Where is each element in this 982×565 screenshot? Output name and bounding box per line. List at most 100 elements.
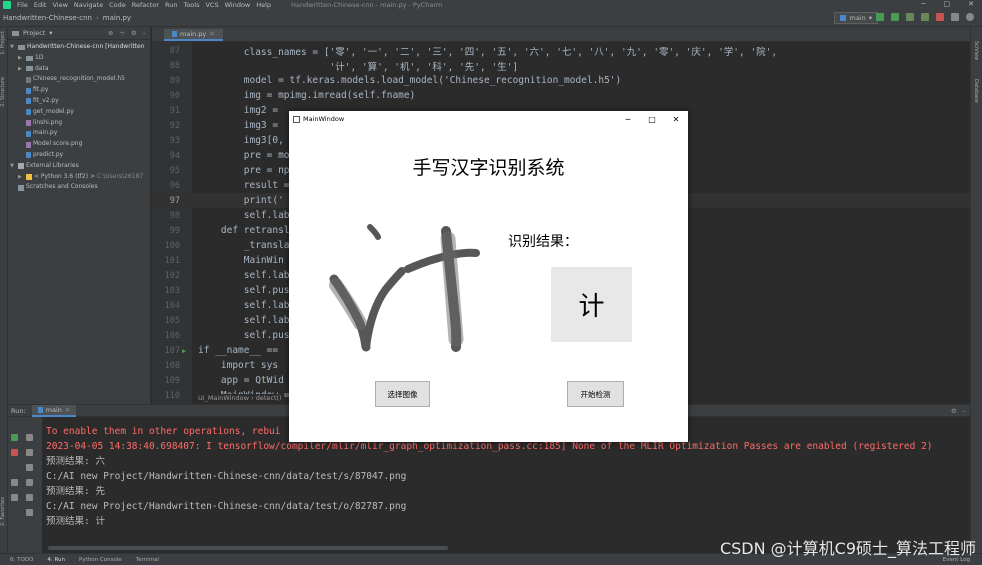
layout-icon[interactable] bbox=[11, 479, 18, 486]
tree-item-main[interactable]: main.py bbox=[8, 128, 150, 139]
hide-icon[interactable]: – bbox=[963, 407, 970, 415]
menu-window[interactable]: Window bbox=[225, 1, 251, 9]
close-icon[interactable]: ✕ bbox=[65, 406, 70, 414]
menu-vcs[interactable]: VCS bbox=[205, 1, 218, 9]
locate-icon[interactable]: ⊕ bbox=[108, 29, 113, 37]
breadcrumb-project[interactable]: Handwritten-Chinese-cnn bbox=[3, 14, 92, 22]
up-arrow-icon[interactable] bbox=[26, 434, 33, 441]
code-line[interactable]: 89 model = tf.keras.models.load_model('C… bbox=[152, 73, 970, 88]
close-icon[interactable]: ✕ bbox=[968, 0, 974, 8]
python-file-icon bbox=[172, 31, 177, 37]
tree-item-label: Model score.png bbox=[33, 140, 83, 148]
start-detect-button[interactable]: 开始检测 bbox=[567, 381, 624, 407]
project-header-label[interactable]: Project bbox=[23, 29, 45, 37]
console-horizontal-scrollbar[interactable] bbox=[48, 546, 448, 550]
code-text: img3 = bbox=[198, 120, 279, 132]
gear-icon[interactable]: ⚙ bbox=[131, 29, 137, 37]
statusbar-python-console[interactable]: Python Console bbox=[79, 557, 122, 563]
run-icon[interactable] bbox=[876, 13, 884, 21]
select-image-button[interactable]: 选择图像 bbox=[375, 381, 430, 407]
tree-item-model-score[interactable]: Model score.png bbox=[8, 139, 150, 150]
sciview-tool-tab[interactable]: SciView bbox=[973, 41, 979, 60]
coverage-icon[interactable] bbox=[906, 13, 914, 21]
tree-item-predict[interactable]: predict.py bbox=[8, 150, 150, 161]
trash-icon[interactable] bbox=[26, 509, 33, 516]
tree-scratches[interactable]: Scratches and Consoles bbox=[8, 182, 150, 193]
tree-item-get-model[interactable]: get_model.py bbox=[8, 107, 150, 118]
hide-icon[interactable]: – bbox=[143, 29, 146, 37]
line-number: 95 bbox=[169, 165, 180, 176]
run-gutter-icon[interactable]: ▶ bbox=[182, 347, 186, 355]
pin-icon[interactable] bbox=[11, 494, 18, 501]
favorites-tool-tab[interactable]: 2: Favorites bbox=[0, 497, 8, 526]
tree-root[interactable]: ▼ Handwritten-Chinese-cnn [Handwritten bbox=[8, 42, 150, 53]
project-tree: ▼ Handwritten-Chinese-cnn [Handwritten ▶… bbox=[8, 40, 150, 193]
line-number: 89 bbox=[169, 75, 180, 86]
menu-help[interactable]: Help bbox=[256, 1, 271, 9]
profile-icon[interactable] bbox=[921, 13, 929, 21]
console-output-line: 预测结果: 计 bbox=[46, 516, 105, 527]
crumb-class[interactable]: Ui_MainWindow bbox=[198, 394, 249, 402]
statusbar-todo[interactable]: 6: TODO bbox=[10, 557, 33, 563]
settings-icon[interactable] bbox=[951, 13, 959, 21]
folder-icon bbox=[12, 30, 19, 36]
menu-run[interactable]: Run bbox=[165, 1, 177, 9]
chevron-down-icon[interactable]: ▾ bbox=[49, 29, 52, 37]
code-text: img3[0, bbox=[198, 135, 284, 147]
tree-item-label: predict.py bbox=[33, 150, 64, 158]
tree-python-sdk[interactable]: ▶ < Python 3.6 (tf2) > C:\Users\26187 bbox=[8, 172, 150, 183]
menu-navigate[interactable]: Navigate bbox=[74, 1, 103, 9]
minimize-icon[interactable]: ─ bbox=[921, 0, 925, 8]
menu-code[interactable]: Code bbox=[109, 1, 126, 9]
tree-external-libraries[interactable]: ▼ External Libraries bbox=[8, 161, 150, 172]
app-titlebar[interactable]: MainWindow ─ □ ✕ bbox=[289, 111, 688, 127]
close-icon[interactable]: ✕ bbox=[209, 30, 214, 38]
tree-item-fit[interactable]: fit.py bbox=[8, 85, 150, 96]
down-arrow-icon[interactable] bbox=[26, 449, 33, 456]
code-line[interactable]: 90 img = mpimg.imread(self.fname) bbox=[152, 88, 970, 103]
search-icon[interactable] bbox=[966, 13, 974, 21]
soft-wrap-icon[interactable] bbox=[26, 464, 33, 471]
gear-icon[interactable]: ⚙ bbox=[951, 407, 957, 415]
tree-item-label: main.py bbox=[33, 129, 58, 137]
run-tab-main[interactable]: main ✕ bbox=[31, 404, 77, 417]
tab-main-py[interactable]: main.py ✕ bbox=[164, 29, 223, 41]
close-icon[interactable]: ✕ bbox=[664, 111, 688, 127]
tree-item-1d[interactable]: ▶ 1D bbox=[8, 53, 150, 64]
menu-refactor[interactable]: Refactor bbox=[132, 1, 159, 9]
project-tool-tab[interactable]: 1: Project bbox=[0, 31, 8, 55]
tree-item-data[interactable]: ▶ data bbox=[8, 64, 150, 75]
breadcrumb-file[interactable]: main.py bbox=[103, 14, 131, 22]
rerun-icon[interactable] bbox=[11, 434, 18, 441]
maximize-icon[interactable]: □ bbox=[640, 111, 664, 127]
collapse-icon[interactable]: ÷ bbox=[119, 29, 124, 37]
tab-label: main.py bbox=[180, 30, 207, 38]
stop-icon[interactable] bbox=[11, 449, 18, 456]
maximize-icon[interactable]: □ bbox=[944, 0, 951, 8]
tree-item-label: fit_v2.py bbox=[33, 96, 59, 104]
tree-item-model[interactable]: Chinese_recognition_model.h5 bbox=[8, 74, 150, 85]
menu-view[interactable]: View bbox=[52, 1, 67, 9]
stop-icon[interactable] bbox=[936, 13, 944, 21]
library-icon bbox=[18, 163, 24, 170]
database-tool-tab[interactable]: Database bbox=[973, 79, 979, 103]
tree-item-fit-v2[interactable]: fit_v2.py bbox=[8, 96, 150, 107]
run-config-select[interactable]: main ▾ bbox=[834, 12, 878, 24]
scroll-end-icon[interactable] bbox=[26, 479, 33, 486]
menu-file[interactable]: File bbox=[17, 1, 28, 9]
statusbar-terminal[interactable]: Terminal bbox=[136, 557, 159, 563]
print-icon[interactable] bbox=[26, 494, 33, 501]
code-line[interactable]: 88 '计', '算', '机', '科', '先', '生'] bbox=[152, 58, 970, 73]
structure-tool-tab[interactable]: 2: Structure bbox=[0, 77, 8, 107]
code-line[interactable]: 87 class_names = ['零', '一', '二', '三', '四… bbox=[152, 43, 970, 58]
statusbar-run[interactable]: 4: Run bbox=[47, 557, 65, 563]
line-number: 102 bbox=[164, 270, 180, 281]
menu-edit[interactable]: Edit bbox=[34, 1, 47, 9]
minimize-icon[interactable]: ─ bbox=[616, 111, 640, 127]
debug-icon[interactable] bbox=[891, 13, 899, 21]
crumb-method[interactable]: detect() bbox=[256, 394, 282, 402]
menu-tools[interactable]: Tools bbox=[183, 1, 199, 9]
console-output-line: C:/AI new Project/Handwritten-Chinese-cn… bbox=[46, 501, 407, 512]
image-file-icon bbox=[26, 141, 31, 148]
tree-item-linshi[interactable]: linshi.png bbox=[8, 118, 150, 129]
